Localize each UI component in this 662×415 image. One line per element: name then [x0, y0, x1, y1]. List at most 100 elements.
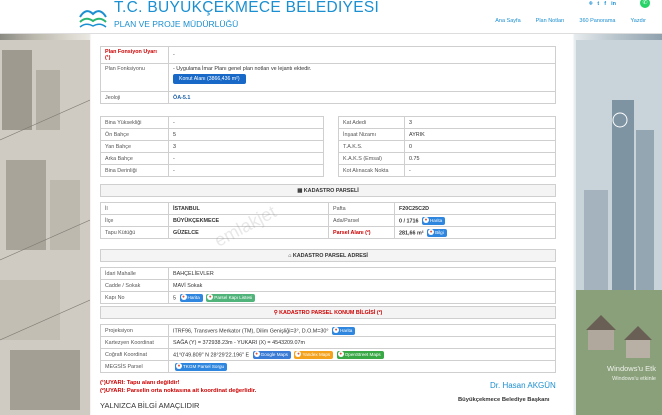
- kapi-no-value: 5: [173, 294, 176, 301]
- megsis-cell: ● TKGM Parsel Sorgu: [168, 360, 556, 373]
- bina-derinligi-value: -: [168, 164, 324, 177]
- plan-info-table: Plan Fonsiyon Uyarı (¹) - Plan Fonksiyonu…: [100, 46, 556, 104]
- konum-bilgisi-heading: ⚲ KADASTRO PARSEL KONUM BİLGİSİ (²): [100, 306, 556, 319]
- bina-yuksekligi-value: -: [168, 116, 324, 129]
- pafta-label: Pafta: [328, 202, 395, 215]
- bina-derinligi-label: Bina Derinliği: [100, 164, 169, 177]
- nav-plan-notlari[interactable]: Plan Notları: [536, 18, 565, 24]
- idari-mahalle-label: İdari Mahalle: [100, 267, 169, 280]
- facebook-icon[interactable]: f: [604, 1, 606, 8]
- plan-fonksiyon-cell: - Uygulama İmar Planı genel plan notları…: [168, 63, 556, 92]
- projeksiyon-value: ITRF96, Transvers Merkator (TM), Dilim G…: [173, 327, 329, 334]
- twitter-icon[interactable]: t: [597, 1, 599, 8]
- projeksiyon-label: Projeksiyon: [100, 324, 169, 337]
- left-decorative-image: [0, 40, 90, 415]
- kot-nokta-value: -: [404, 164, 556, 177]
- building-left-table: Bina Yüksekliği - Ön Bahçe 5 Yan Bahçe 3 Ar…: [100, 116, 324, 177]
- jeoloji-label: Jeoloji: [100, 91, 169, 104]
- nav-ana-sayfa[interactable]: Ana Sayfa: [495, 18, 520, 24]
- list-icon: ●: [207, 294, 214, 301]
- whatsapp-icon[interactable]: ✆: [640, 0, 650, 8]
- openstreet-maps-chip[interactable]: ● OpenStreet Maps: [336, 350, 384, 359]
- yan-bahce-value: 3: [168, 140, 324, 153]
- google-maps-chip[interactable]: ● Google Maps: [252, 350, 291, 359]
- site-title: T.C. BÜYÜKÇEKMECE BELEDİYESİ: [114, 0, 380, 16]
- kadastro-parseli-table: ▦ KADASTRO PARSELİ İl İSTANBUL Pafta F20…: [100, 184, 556, 239]
- jeoloji-value: ÖA-5.1: [168, 91, 556, 104]
- yan-bahce-label: Yan Bahçe: [100, 140, 169, 153]
- arka-bahce-label: Arka Bahçe: [100, 152, 169, 165]
- uyari-koordinat: (²)UYARI: Parselin orta noktasına ait ko…: [100, 388, 257, 394]
- kapi-no-cell: 5 ● Harita ● Parsel Kapı Listesi: [168, 291, 556, 304]
- kartezyen-value: SAĞA (Y) = 372938.23m - YUKARI (X) = 454…: [168, 336, 556, 349]
- kat-adedi-label: Kat Adedi: [338, 116, 405, 129]
- idari-mahalle-value: BAHÇELİEVLER: [168, 267, 556, 280]
- ada-parsel-label: Ada/Parsel: [328, 214, 395, 227]
- insaat-nizami-label: İnşaat Nizamı: [338, 128, 405, 141]
- on-bahce-value: 5: [168, 128, 324, 141]
- map-pin-icon: ●: [180, 294, 187, 301]
- kadastro-parseli-heading: ▦ KADASTRO PARSELİ: [100, 184, 556, 197]
- municipality-logo-icon[interactable]: [78, 2, 108, 32]
- kapi-no-label: Kapı No: [100, 291, 169, 304]
- projeksiyon-cell: ITRF96, Transvers Merkator (TM), Dilim G…: [168, 324, 556, 337]
- cadde-sokak-label: Cadde / Sokak: [100, 279, 169, 292]
- on-bahce-label: Ön Bahçe: [100, 128, 169, 141]
- cadde-sokak-value: MAVİ Sokak: [168, 279, 556, 292]
- taks-label: T.A.K.S.: [338, 140, 405, 153]
- yandex-maps-chip[interactable]: ● Yandex Maps: [294, 350, 334, 359]
- info-icon: ●: [428, 229, 435, 236]
- kot-nokta-label: Kot Alınacak Nokta: [338, 164, 405, 177]
- tapu-kutugu-label: Tapu Kütüğü: [100, 226, 169, 239]
- insaat-nizami-value: AYRIK: [404, 128, 556, 141]
- kaks-label: K.A.K.S (Emsal): [338, 152, 405, 165]
- ilce-label: İlçe: [100, 214, 169, 227]
- cografi-value: 41°0'49.809" N 28°29'22.196" E: [173, 351, 250, 358]
- kadastro-adres-table: ⌂ KADASTRO PARSEL ADRESİ İdari Mahalle B…: [100, 249, 556, 304]
- ada-parsel-value: 0 / 1716: [399, 217, 419, 224]
- tkgm-parsel-sorgu-chip[interactable]: ● TKGM Parsel Sorgu: [175, 362, 228, 371]
- plan-fonksiyon-label: Plan Fonksiyonu: [100, 63, 169, 92]
- map-pin-icon: ●: [333, 327, 340, 334]
- parsel-alani-cell: 281,66 m² ● Bilgi: [394, 226, 556, 239]
- parsel-alani-label: Parsel Alanı (²): [328, 226, 395, 239]
- home-icon: ⌂: [288, 252, 292, 259]
- site-subtitle: PLAN VE PROJE MÜDÜRLÜĞÜ: [114, 19, 239, 29]
- social-links: ⌾ t f in: [589, 1, 616, 8]
- arka-bahce-value: -: [168, 152, 324, 165]
- windows-activation-watermark: Windows'u Etk Windows'u etkinle: [607, 364, 656, 382]
- konum-bilgisi-table: ⚲ KADASTRO PARSEL KONUM BİLGİSİ (²) Proj…: [100, 306, 556, 373]
- kaks-value: 0.75: [404, 152, 556, 165]
- map-pin-icon: ●: [422, 217, 429, 224]
- plan-fonksiyon-text: - Uygulama İmar Planı genel plan notları…: [173, 66, 312, 72]
- mayor-title: Büyükçekmece Belediye Başkanı: [458, 397, 550, 403]
- google-icon: ●: [253, 351, 260, 358]
- nav-360-panorama[interactable]: 360 Panorama: [579, 18, 615, 24]
- yandex-icon: ●: [295, 351, 302, 358]
- mayor-name: Dr. Hasan AKGÜN: [490, 381, 556, 390]
- parsel-bilgi-chip[interactable]: ● Bilgi: [427, 228, 447, 237]
- kat-adedi-value: 3: [404, 116, 556, 129]
- main-content: Plan Fonsiyon Uyarı (¹) - Plan Fonksiyonu…: [92, 34, 572, 415]
- projeksiyon-harita-chip[interactable]: ● Harita: [332, 326, 356, 335]
- nav-yazdir[interactable]: Yazdır: [631, 18, 647, 24]
- instagram-icon[interactable]: ⌾: [589, 1, 592, 8]
- ada-harita-chip[interactable]: ● Harita: [421, 216, 446, 225]
- il-label: İl: [100, 202, 169, 215]
- building-right-table: Kat Adedi 3 İnşaat Nizamı AYRIK T.A.K.S. 0 …: [338, 116, 556, 177]
- site-header: T.C. BÜYÜKÇEKMECE BELEDİYESİ PLAN VE PRO…: [0, 0, 662, 34]
- ada-parsel-cell: 0 / 1716 ● Harita: [394, 214, 556, 227]
- right-decorative-image: [576, 40, 662, 415]
- kartezyen-label: Kartezyen Koordinat: [100, 336, 169, 349]
- top-nav: Ana Sayfa Plan Notları 360 Panorama Yazd…: [495, 18, 646, 24]
- location-pin-icon: ⚲: [273, 309, 278, 316]
- kapi-harita-chip[interactable]: ● Harita: [179, 293, 203, 302]
- yalnizca-bilgi-amaclidir: YALNIZCA BİLGİ AMAÇLIDIR: [100, 401, 200, 410]
- parsel-kapi-listesi-chip[interactable]: ● Parsel Kapı Listesi: [206, 293, 256, 302]
- taks-value: 0: [404, 140, 556, 153]
- linkedin-icon[interactable]: in: [611, 1, 616, 8]
- konut-alani-button[interactable]: Konut Alanı (3866,436 m²): [173, 74, 246, 84]
- plan-uyari-label: Plan Fonsiyon Uyarı (¹): [100, 46, 169, 64]
- pafta-value: F20C25C2D: [394, 202, 556, 215]
- kadastro-adres-heading: ⌂ KADASTRO PARSEL ADRESİ: [100, 249, 556, 262]
